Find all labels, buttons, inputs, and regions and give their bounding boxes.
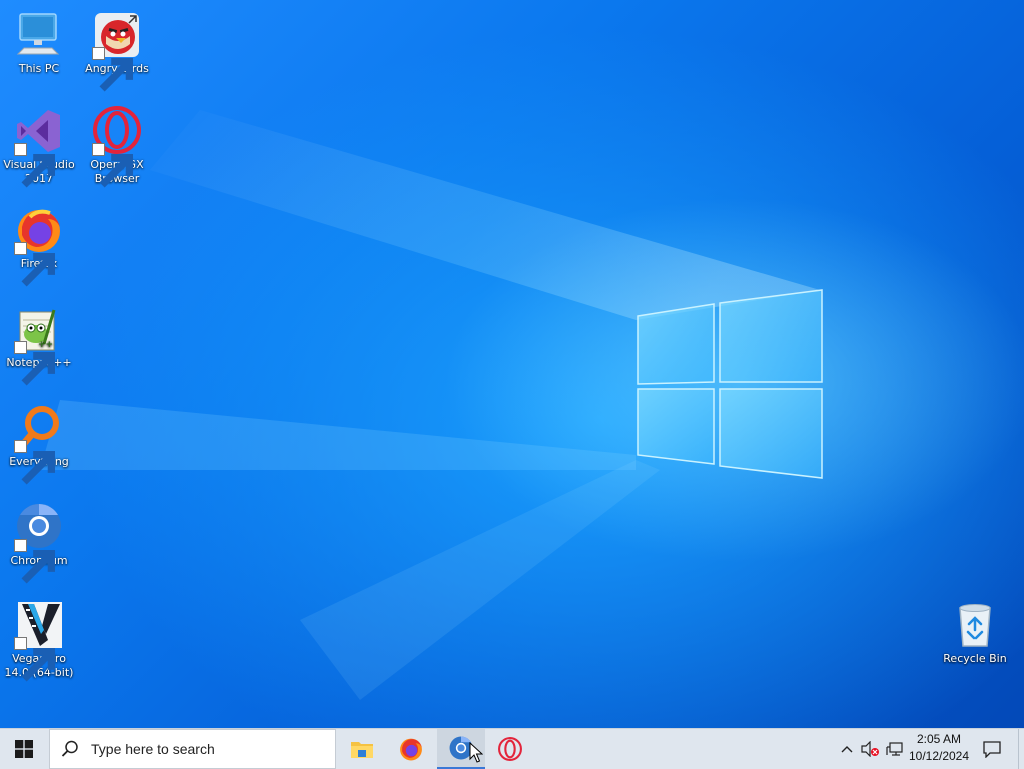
shortcut-arrow-icon (14, 637, 56, 682)
search-box[interactable] (49, 729, 336, 769)
action-center-button[interactable] (976, 729, 1008, 769)
taskbar-clock[interactable]: 2:05 AM 10/12/2024 (902, 731, 976, 767)
shortcut-arrow-icon (92, 47, 133, 92)
tray-volume-button[interactable] (858, 729, 882, 769)
desktop-icon-everything[interactable]: Everything (0, 403, 78, 485)
shortcut-arrow-icon (14, 440, 56, 485)
desktop-icon-firefox[interactable]: Firefox (0, 205, 78, 287)
monitor-icon (16, 13, 60, 55)
taskbar-app-firefox[interactable] (387, 729, 435, 769)
action-center-icon (983, 740, 1001, 758)
chevron-up-icon (841, 746, 853, 753)
mouse-cursor-icon (469, 742, 483, 763)
desktop-icon-notepadpp[interactable]: ++ Notepad++ (0, 304, 78, 386)
search-icon (61, 740, 78, 757)
recycle-bin-icon (959, 604, 991, 647)
desktop-icon-opera-gx[interactable]: Opera GX Browser (78, 106, 156, 188)
shortcut-arrow-icon (14, 143, 56, 188)
desktop-icon-visual-studio[interactable]: Visual Studio 2017 (0, 106, 78, 188)
desktop: This PC Angry Birds Visual Studio 2017 O… (0, 0, 1024, 728)
opera-icon (498, 737, 522, 761)
desktop-icon-chromium[interactable]: Chromium (0, 502, 78, 584)
clock-time: 2:05 AM (916, 732, 962, 746)
folder-icon (351, 742, 373, 758)
taskbar-app-opera[interactable] (486, 729, 534, 769)
tray-overflow-button[interactable] (838, 729, 856, 769)
shortcut-arrow-icon (92, 143, 133, 188)
taskbar-app-file-explorer[interactable] (338, 729, 386, 769)
clock-date: 10/12/2024 (908, 749, 970, 763)
shortcut-arrow-icon (14, 242, 56, 287)
show-desktop-button[interactable] (1018, 729, 1024, 769)
speaker-muted-icon (861, 741, 879, 757)
start-button[interactable] (0, 729, 48, 769)
windows-logo-icon (15, 740, 33, 758)
firefox-icon (400, 738, 422, 761)
desktop-icon-vegas-pro[interactable]: Vegas Pro 14.0 (64-bit) (0, 600, 78, 682)
search-input[interactable] (89, 740, 323, 758)
desktop-icon-label: Recycle Bin (943, 652, 1007, 665)
desktop-icon-angry-birds[interactable]: Angry Birds (78, 10, 156, 92)
shortcut-arrow-icon (14, 341, 56, 386)
taskbar: 2:05 AM 10/12/2024 (0, 728, 1024, 769)
desktop-icon-this-pc[interactable]: This PC (0, 10, 78, 76)
desktop-icon-recycle-bin[interactable]: Recycle Bin (936, 600, 1014, 666)
desktop-icon-label: This PC (18, 62, 60, 75)
wallpaper-windows-logo (637, 289, 823, 479)
shortcut-arrow-icon (14, 539, 56, 584)
